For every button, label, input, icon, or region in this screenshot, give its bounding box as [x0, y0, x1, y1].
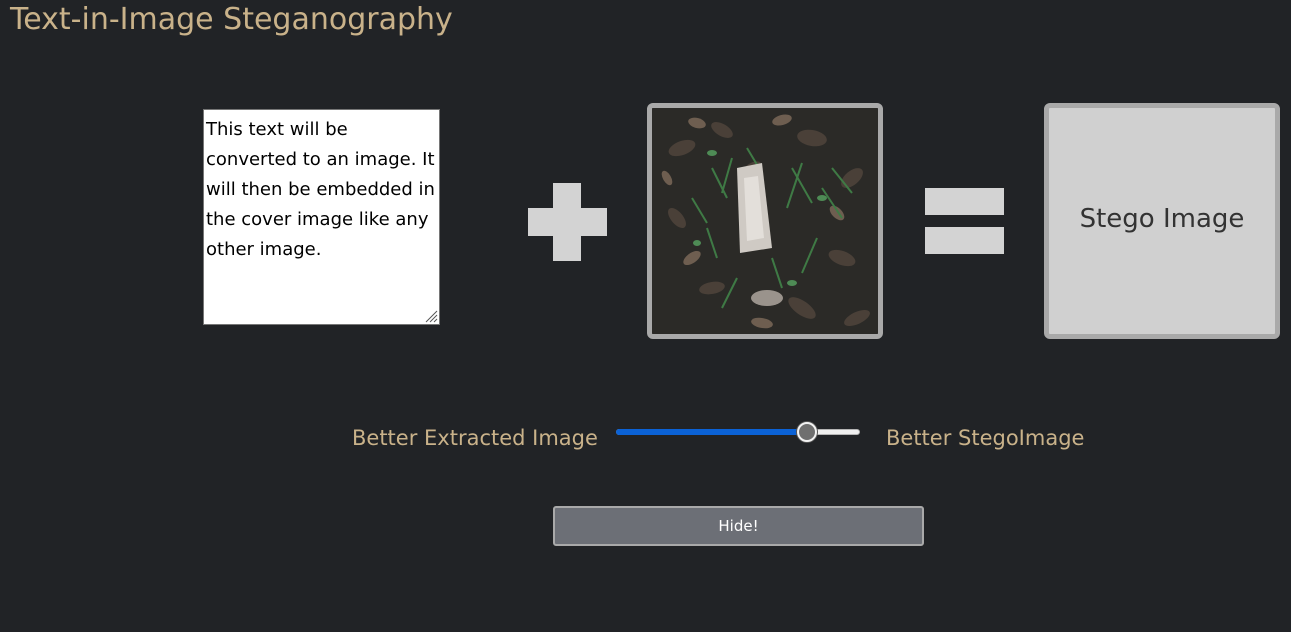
- resize-grip-icon[interactable]: [424, 309, 438, 323]
- stego-image-label: Stego Image: [1079, 204, 1245, 234]
- cover-image-photo: [652, 108, 878, 334]
- plus-icon: [528, 183, 607, 261]
- slider-fill: [616, 429, 808, 435]
- slider-thumb[interactable]: [797, 422, 818, 442]
- secret-text-input[interactable]: This text will be converted to an image.…: [203, 109, 440, 325]
- app-root: Text-in-Image Steganography This text wi…: [0, 0, 1291, 632]
- quality-slider[interactable]: [616, 420, 862, 444]
- slider-right-label: Better StegoImage: [886, 426, 1085, 450]
- stego-image-output: Stego Image: [1044, 103, 1280, 339]
- slider-left-label: Better Extracted Image: [352, 426, 598, 450]
- equals-icon: [925, 188, 1004, 254]
- hide-button[interactable]: Hide!: [553, 506, 924, 546]
- page-title: Text-in-Image Steganography: [10, 2, 453, 37]
- cover-image-picker[interactable]: [647, 103, 883, 339]
